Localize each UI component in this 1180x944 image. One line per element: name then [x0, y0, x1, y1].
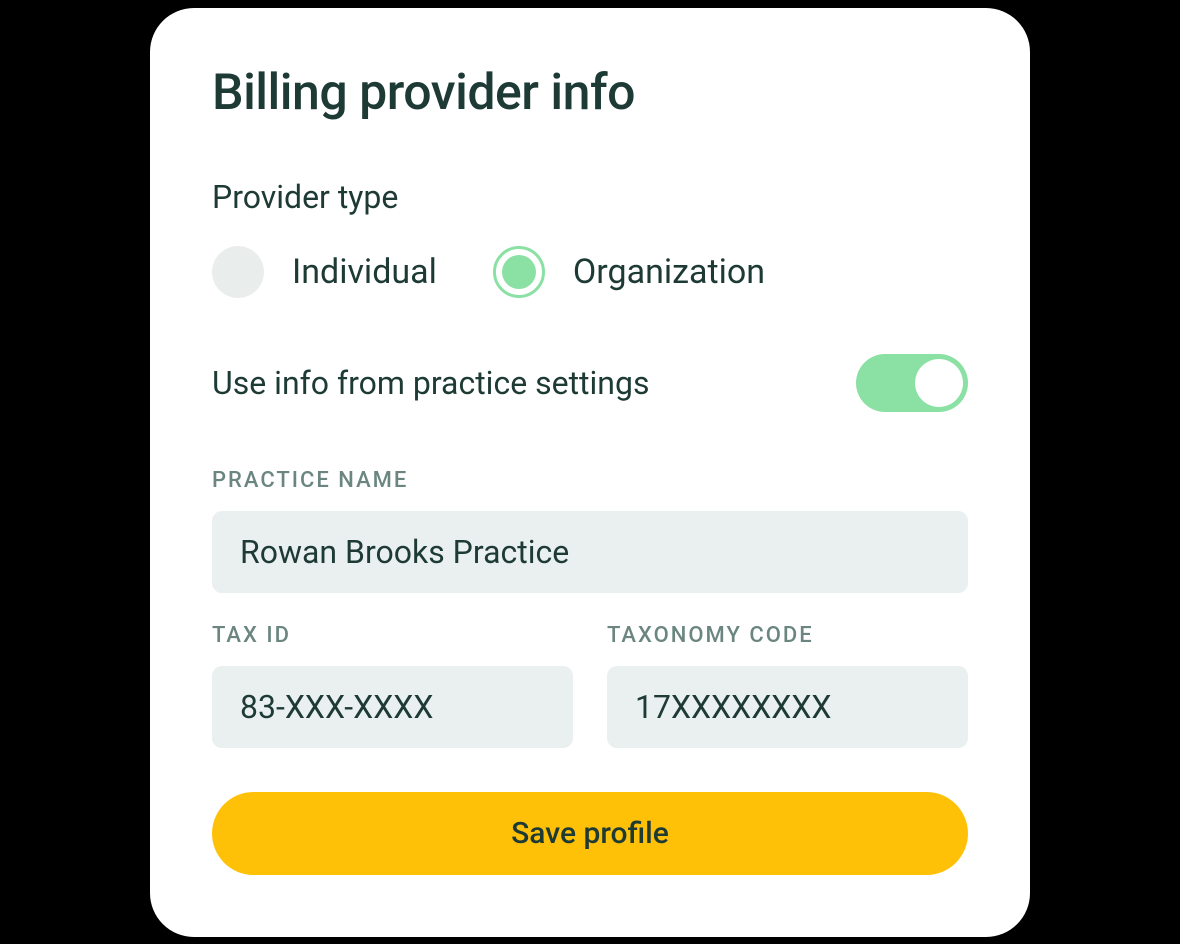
save-profile-button[interactable]: Save profile [212, 792, 968, 875]
taxonomy-code-group: TAXONOMY CODE [607, 623, 968, 748]
radio-circle-selected-icon [493, 246, 545, 298]
radio-organization[interactable]: Organization [493, 246, 765, 298]
toggle-knob [915, 359, 963, 407]
use-practice-settings-label: Use info from practice settings [212, 364, 649, 402]
radio-individual[interactable]: Individual [212, 246, 437, 298]
tax-id-label: TAX ID [212, 623, 573, 648]
tax-taxonomy-row: TAX ID TAXONOMY CODE [212, 623, 968, 748]
radio-individual-label: Individual [292, 252, 437, 292]
provider-type-radios: Individual Organization [212, 246, 968, 298]
provider-type-label: Provider type [212, 178, 968, 216]
practice-name-label: PRACTICE NAME [212, 468, 968, 493]
page-title: Billing provider info [212, 64, 968, 122]
practice-name-group: PRACTICE NAME [212, 468, 968, 593]
use-practice-settings-toggle[interactable] [856, 354, 968, 412]
radio-circle-icon [212, 246, 264, 298]
radio-organization-label: Organization [573, 252, 765, 292]
tax-id-group: TAX ID [212, 623, 573, 748]
taxonomy-code-input[interactable] [607, 666, 968, 748]
practice-name-input[interactable] [212, 511, 968, 593]
use-practice-settings-row: Use info from practice settings [212, 354, 968, 412]
billing-provider-card: Billing provider info Provider type Indi… [150, 8, 1030, 937]
taxonomy-code-label: TAXONOMY CODE [607, 623, 968, 648]
tax-id-input[interactable] [212, 666, 573, 748]
